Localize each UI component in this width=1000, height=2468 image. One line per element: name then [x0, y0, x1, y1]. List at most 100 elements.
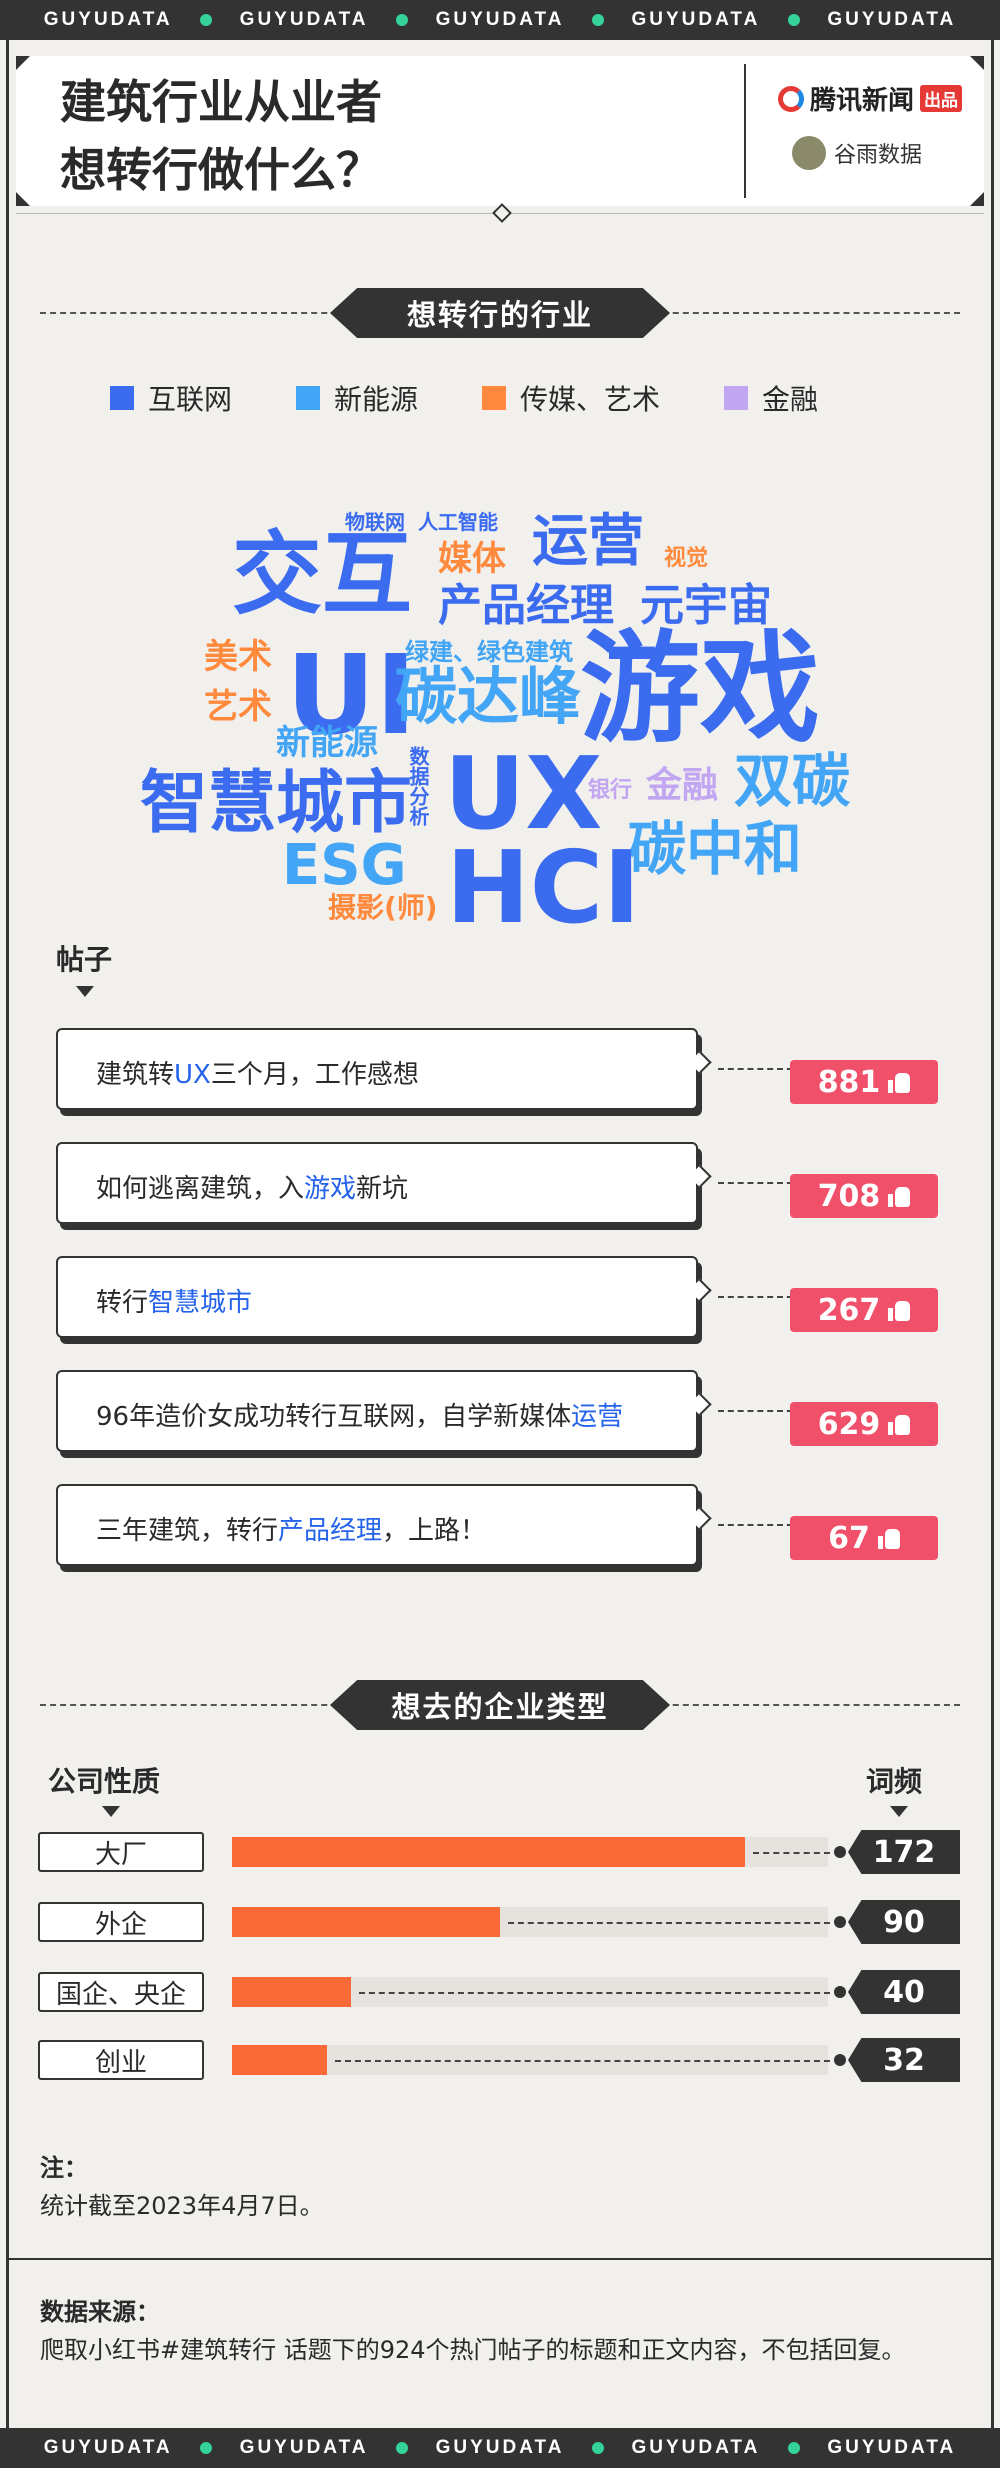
post-highlight: 运营 — [571, 1402, 624, 1432]
bar-value — [232, 1837, 745, 1867]
thumbs-up-icon — [888, 1413, 911, 1435]
post-title: 转行智慧城市 — [56, 1256, 698, 1338]
post-title: 建筑转UX三个月，工作感想 — [56, 1028, 698, 1110]
like-count-badge: 67 — [790, 1516, 938, 1560]
post-highlight: UX — [174, 1060, 211, 1090]
strip-text: GUYUDATA — [631, 2437, 761, 2458]
corner-decoration — [16, 56, 30, 70]
legend-swatch — [110, 386, 134, 410]
post-title: 96年造价女成功转行互联网，自学新媒体运营 — [56, 1370, 698, 1452]
corner-decoration — [16, 192, 30, 206]
brand1-tag: 出品 — [920, 85, 963, 112]
post-card[interactable]: 96年造价女成功转行互联网，自学新媒体运营 — [56, 1370, 842, 1458]
post-text: 新坑 — [356, 1174, 409, 1204]
like-count: 881 — [817, 1064, 881, 1100]
post-card[interactable]: 三年建筑，转行产品经理，上路！ — [56, 1484, 842, 1572]
bar-leader-line — [753, 1852, 830, 1854]
bar-leader-line — [508, 1922, 830, 1924]
down-triangle-icon — [102, 1806, 120, 1817]
y-axis-header: 公司性质 — [48, 1765, 161, 1798]
bar-value — [232, 1907, 500, 1937]
strip-text: GUYUDATA — [43, 9, 173, 30]
bar-leader-knob — [834, 1846, 846, 1858]
post-highlight: 游戏 — [304, 1174, 357, 1204]
strip-dot — [591, 14, 604, 26]
category-label: 创业 — [38, 2040, 204, 2080]
source-text: 爬取小红书#建筑转行 话题下的924个热门帖子的标题和正文内容，不包括回复。 — [40, 2336, 906, 2364]
post-card[interactable]: 建筑转UX三个月，工作感想 — [56, 1028, 842, 1116]
post-text: 转行 — [96, 1288, 149, 1318]
bar-value-label: 40 — [848, 1970, 960, 2014]
note-text: 统计截至2023年4月7日。 — [40, 2192, 324, 2220]
bar-leader-knob — [834, 2054, 846, 2066]
post-card[interactable]: 转行智慧城市 — [56, 1256, 842, 1344]
post-title: 三年建筑，转行产品经理，上路！ — [56, 1484, 698, 1566]
strip-dot — [200, 2442, 213, 2454]
top-brand-strip: GUYUDATA GUYUDATA GUYUDATA GUYUDATA GUYU… — [0, 0, 1000, 40]
title-line-1: 建筑行业从业者 — [60, 75, 382, 129]
bar-leader-line — [359, 1992, 830, 1994]
bar-value — [232, 2045, 327, 2075]
bar-value — [232, 1977, 351, 2007]
strip-dot — [396, 14, 409, 26]
legend-label: 新能源 — [334, 383, 419, 416]
category-label: 国企、央企 — [38, 1972, 204, 2012]
bottom-brand-strip: GUYUDATA GUYUDATA GUYUDATA GUYUDATA GUYU… — [0, 2428, 1000, 2468]
legend-swatch — [724, 386, 749, 410]
legend-label: 互联网 — [148, 383, 233, 416]
x-axis-header: 词频 — [866, 1765, 923, 1798]
legend-item: 新能源 — [296, 378, 418, 418]
post-text: ，上路！ — [382, 1516, 487, 1546]
down-triangle-icon — [890, 1806, 908, 1817]
strip-text: GUYUDATA — [827, 2437, 957, 2458]
like-count-badge: 629 — [790, 1402, 938, 1446]
bar-value-label: 32 — [848, 2038, 960, 2082]
section-banner-companies: 想去的企业类型 — [40, 1680, 960, 1730]
thumbs-up-icon — [877, 1527, 900, 1549]
like-count: 67 — [828, 1520, 870, 1556]
strip-text: GUYUDATA — [239, 2437, 369, 2458]
post-card[interactable]: 如何逃离建筑，入游戏新坑 — [56, 1142, 842, 1230]
corner-decoration — [970, 56, 984, 70]
header-divider — [744, 64, 746, 198]
post-highlight: 智慧城市 — [148, 1288, 253, 1318]
like-count-badge: 267 — [790, 1288, 938, 1332]
category-label: 大厂 — [38, 1832, 204, 1872]
guyu-leaf-icon — [792, 136, 826, 170]
legend-label: 金融 — [762, 383, 819, 416]
note-heading: 注： — [40, 2154, 88, 2182]
bar-leader-line — [335, 2060, 830, 2062]
tencent-news-logo: 腾讯新闻 出品 — [778, 80, 963, 117]
like-count-badge: 708 — [790, 1174, 938, 1218]
legend-swatch — [482, 386, 507, 410]
post-highlight: 产品经理 — [278, 1516, 383, 1546]
strip-text: GUYUDATA — [435, 9, 565, 30]
bar-value-label: 172 — [848, 1830, 960, 1874]
post-text: 三年建筑，转行 — [96, 1516, 279, 1546]
page-title: 建筑行业从业者 想转行做什么？ — [60, 68, 382, 204]
category-label: 外企 — [38, 1902, 204, 1942]
strip-dot — [396, 2442, 409, 2454]
bar-leader-knob — [834, 1986, 846, 1998]
like-count: 629 — [817, 1406, 881, 1442]
strip-text: GUYUDATA — [631, 9, 761, 30]
post-text: 96年造价女成功转行互联网，自学新媒体 — [96, 1402, 572, 1432]
bar-leader-knob — [834, 1916, 846, 1928]
like-count-badge: 881 — [790, 1060, 938, 1104]
title-line-2: 想转行做什么？ — [60, 143, 382, 197]
section-title: 想去的企业类型 — [330, 1680, 670, 1730]
strip-text: GUYUDATA — [435, 2437, 565, 2458]
strip-text: GUYUDATA — [239, 9, 369, 30]
legend-item: 金融 — [724, 378, 818, 418]
section-banner-industries: 想转行的行业 — [40, 288, 960, 338]
like-count: 708 — [817, 1178, 881, 1214]
strip-text: GUYUDATA — [43, 2437, 173, 2458]
strip-text: GUYUDATA — [827, 9, 957, 30]
corner-decoration — [970, 192, 984, 206]
wordcloud-legend: 互联网 新能源 传媒、艺术 金融 — [110, 378, 910, 418]
strip-dot — [591, 2442, 604, 2454]
brand1-name: 腾讯新闻 — [810, 86, 915, 116]
post-title: 如何逃离建筑，入游戏新坑 — [56, 1142, 698, 1224]
thumbs-up-icon — [888, 1071, 911, 1093]
section-title: 想转行的行业 — [330, 288, 670, 338]
